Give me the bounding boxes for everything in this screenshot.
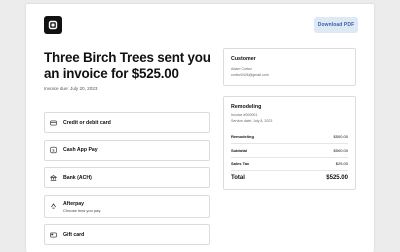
summary-heading: Remodeling: [231, 104, 262, 110]
customer-email: cortez0426@gmail.com: [231, 73, 269, 77]
payment-method-bank[interactable]: Bank (ACH): [44, 167, 210, 188]
subtotal-label: Subtotal: [231, 148, 247, 153]
payment-method-label: Cash App Pay: [63, 147, 98, 153]
service-date: Service date: July 8, 2023: [231, 119, 273, 123]
sales-tax-row: Sales Tax $25.00: [231, 161, 348, 166]
customer-name: Adam Cortez: [231, 67, 252, 71]
gift-card-icon: [50, 232, 57, 237]
payment-methods-list: Credit or debit card $ Cash App Pay Bank…: [44, 112, 210, 252]
invoice-title: Three Birch Trees sent you an invoice fo…: [44, 50, 211, 81]
payment-method-label: Afterpay: [63, 200, 85, 207]
total-value: $525.00: [326, 175, 348, 181]
line-item-label: Remodeling: [231, 134, 254, 139]
customer-heading: Customer: [231, 56, 256, 62]
divider: [231, 157, 348, 158]
payment-method-sublabel: Choose how you pay.: [63, 207, 102, 213]
invoice-page: Download PDF Three Birch Trees sent you …: [26, 4, 374, 252]
afterpay-icon: [51, 203, 56, 209]
payment-method-cash-app[interactable]: $ Cash App Pay: [44, 139, 210, 161]
total-label: Total: [231, 175, 245, 181]
square-logo-icon: [44, 16, 62, 34]
line-item-row: Remodeling $500.00: [231, 134, 348, 139]
payment-method-afterpay[interactable]: Afterpay Choose how you pay.: [44, 194, 210, 218]
invoice-number: Invoice #000001: [231, 113, 258, 117]
divider: [231, 143, 348, 144]
line-item-value: $500.00: [333, 134, 348, 139]
payment-method-credit-card[interactable]: Credit or debit card: [44, 112, 210, 133]
invoice-summary-card: Remodeling Invoice #000001 Service date:…: [223, 96, 356, 190]
bank-icon: [50, 174, 57, 181]
payment-method-label: Gift card: [63, 231, 85, 238]
customer-card: Customer Adam Cortez cortez0426@gmail.co…: [223, 48, 356, 86]
payment-method-label: Bank (ACH): [63, 174, 92, 181]
sales-tax-value: $25.00: [335, 161, 348, 166]
credit-card-icon: [50, 120, 57, 125]
payment-method-label: Credit or debit card: [63, 119, 111, 126]
subtotal-value: $500.00: [333, 148, 348, 153]
sales-tax-label: Sales Tax: [231, 161, 250, 166]
invoice-due-date: Invoice due: July 20, 2023: [44, 86, 98, 91]
subtotal-row: Subtotal $500.00: [231, 148, 348, 153]
payment-method-gift-card[interactable]: Gift card: [44, 224, 210, 245]
cash-app-icon: $: [50, 146, 57, 154]
divider: [231, 170, 348, 171]
svg-text:$: $: [52, 148, 55, 153]
total-row: Total $525.00: [231, 175, 348, 181]
download-pdf-button[interactable]: Download PDF: [314, 17, 358, 33]
